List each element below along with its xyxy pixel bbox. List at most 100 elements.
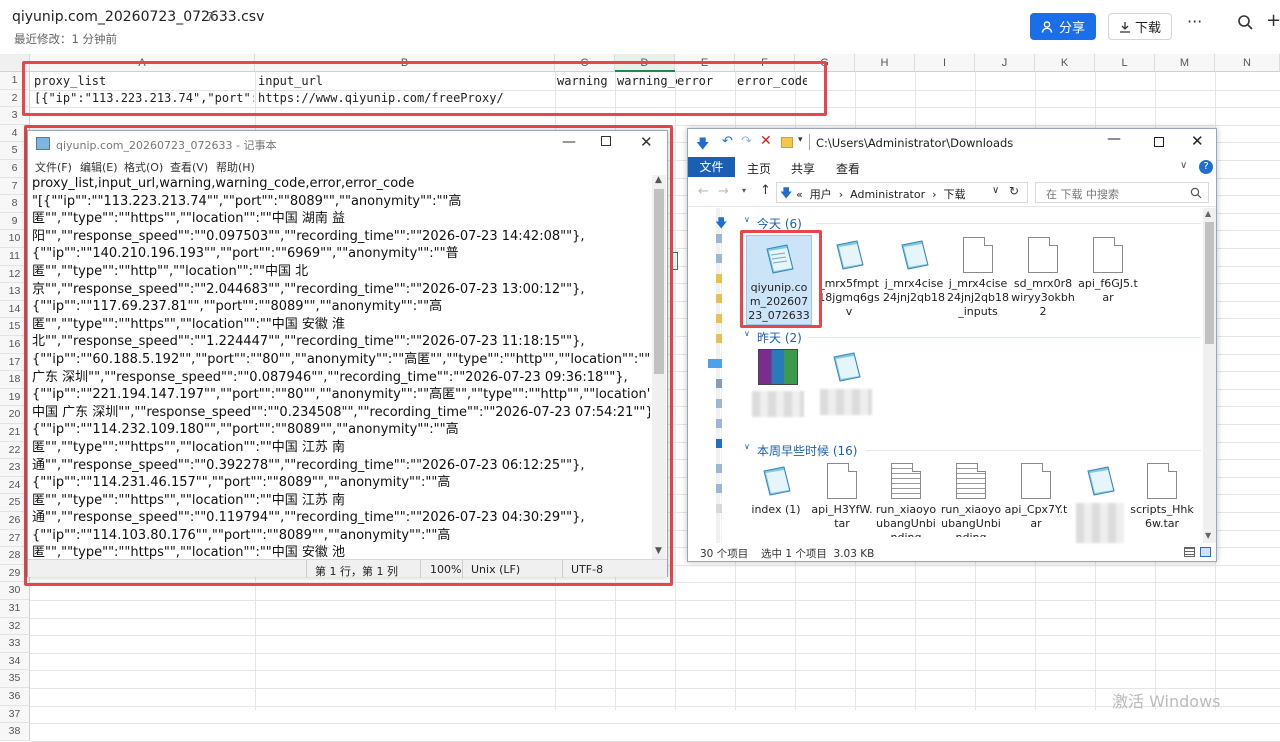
navigation-pane[interactable]: 🡇 (688, 208, 727, 543)
explorer-maximize-button[interactable] (1154, 137, 1164, 147)
search-box[interactable]: 在 下载 中搜索 (1035, 182, 1209, 203)
nav-item-icon[interactable] (716, 419, 722, 428)
details-view-icon[interactable] (1184, 547, 1195, 557)
pin-icon[interactable]: ⊼ (207, 10, 216, 24)
tab-share[interactable]: 共享 (791, 160, 815, 177)
file-tile[interactable]: run_xiaoyoubangUnbinding (939, 463, 1003, 537)
scroll-up-icon[interactable]: ▲ (655, 175, 662, 185)
nav-item-icon[interactable] (716, 464, 722, 473)
nav-folder-icon[interactable] (716, 334, 722, 343)
up-icon[interactable]: ↑ (760, 183, 771, 198)
row-header[interactable]: 31 (0, 600, 30, 618)
close-button[interactable]: ✕ (640, 133, 653, 151)
row-header[interactable]: 34 (0, 652, 30, 671)
tab-view[interactable]: 查看 (836, 160, 860, 177)
group-earlier-label[interactable]: 本周早些时候 (16) (757, 442, 857, 459)
breadcrumb-administrator[interactable]: Administrator (850, 188, 925, 201)
nav-folder-icon[interactable] (716, 314, 722, 323)
share-button[interactable]: 分享 (1030, 13, 1096, 40)
scroll-down-icon[interactable]: ▼ (655, 546, 662, 556)
undo-icon[interactable]: ↶ (722, 134, 733, 149)
nav-folder-icon[interactable] (716, 294, 722, 303)
quick-access-down-icon[interactable]: 🡇 (696, 135, 709, 157)
collapse-group-icon[interactable]: ∨ (744, 329, 750, 338)
explorer-titlebar[interactable]: 🡇 ↶ ↷ ✕ ▾ C:\Users\Administrator\Downloa… (688, 129, 1216, 157)
file-tile[interactable]: scripts_Hhk6w.tar (1130, 463, 1194, 531)
row-header[interactable]: 38 (0, 723, 30, 741)
file-tile[interactable] (1068, 463, 1132, 543)
refresh-icon[interactable]: ↻ (1009, 184, 1019, 198)
breadcrumb-users[interactable]: 用户 (810, 188, 832, 201)
file-tile[interactable] (814, 349, 878, 415)
add-icon[interactable]: + (1266, 10, 1280, 31)
download-button[interactable]: 下载 (1108, 13, 1172, 40)
column-header-n[interactable]: N (1215, 54, 1280, 72)
column-header-l[interactable]: L (1095, 54, 1155, 72)
explorer-minimize-button[interactable]: — (1107, 131, 1121, 147)
nav-item-icon[interactable] (716, 504, 722, 513)
breadcrumb-downloads[interactable]: 下载 (944, 188, 966, 201)
nav-item-icon[interactable] (716, 484, 722, 493)
file-tile[interactable]: api_Cpx7Y.tar (1004, 463, 1068, 531)
menu-format[interactable]: 格式(O) (124, 159, 163, 175)
nav-this-pc-icon[interactable] (708, 359, 722, 368)
row-header[interactable]: 32 (0, 617, 30, 636)
column-header-h[interactable]: H (855, 54, 915, 72)
menu-view[interactable]: 查看(V) (170, 159, 208, 175)
file-explorer-window[interactable]: 🡇 ↶ ↷ ✕ ▾ C:\Users\Administrator\Downloa… (687, 128, 1217, 562)
file-tile[interactable]: api_H3YfW.tar (810, 463, 874, 531)
file-tile[interactable]: run_xiaoyoubangUnbinding (874, 463, 938, 537)
tab-home[interactable]: 主页 (747, 160, 771, 177)
nav-item-icon[interactable] (716, 399, 722, 408)
ribbon-expand-icon[interactable]: ∨ (1180, 160, 1187, 171)
scroll-down-icon[interactable]: ▼ (1205, 531, 1211, 540)
group-yesterday-label[interactable]: 昨天 (2) (757, 329, 802, 346)
help-icon[interactable]: ? (1199, 160, 1213, 174)
breadcrumb-overflow[interactable]: « (796, 188, 803, 201)
scroll-thumb[interactable] (1205, 222, 1214, 344)
maximize-button[interactable] (601, 136, 611, 146)
address-bar[interactable]: 🡇 « 用户 › Administrator › 下载 ∨ ↻ (776, 182, 1028, 203)
scroll-up-icon[interactable]: ▲ (1205, 209, 1211, 218)
file-tile[interactable]: j_mrx4cise24jnj2qb18 (882, 237, 946, 305)
file-tile[interactable]: _mrx5fmpt18jgmq6gsv (817, 237, 881, 319)
minimize-button[interactable]: — (562, 134, 576, 150)
nav-item-icon[interactable] (716, 379, 722, 388)
column-header-k[interactable]: K (1035, 54, 1095, 72)
column-header-m[interactable]: M (1155, 54, 1215, 72)
recent-locations-icon[interactable]: ▾ (742, 186, 746, 195)
notepad-titlebar[interactable]: qiyunip.com_20260723_072633 - 记事本 — ✕ (28, 131, 667, 156)
quick-access-menu-icon[interactable]: ▾ (798, 135, 803, 145)
back-icon[interactable]: ← (698, 184, 709, 199)
tab-file[interactable]: 文件 (688, 157, 735, 177)
collapse-group-icon[interactable]: ∨ (744, 215, 750, 224)
nav-folder-icon[interactable] (716, 274, 722, 283)
column-header-j[interactable]: J (975, 54, 1035, 72)
notepad-window[interactable]: qiyunip.com_20260723_072633 - 记事本 — ✕ 文件… (27, 130, 668, 578)
menu-file[interactable]: 文件(F) (35, 159, 72, 175)
row-header[interactable]: 35 (0, 670, 30, 688)
row-header[interactable]: 33 (0, 635, 30, 653)
notepad-vertical-scrollbar[interactable]: ▲ ▼ (652, 175, 666, 559)
search-icon[interactable] (1237, 14, 1253, 33)
scroll-thumb[interactable] (654, 189, 664, 374)
nav-downloads-icon[interactable] (716, 439, 722, 448)
more-menu-button[interactable]: ··· (1187, 12, 1202, 31)
file-tile[interactable]: sd_mrx0r8wiryy3okbh2 (1011, 237, 1075, 319)
delete-icon[interactable]: ✕ (760, 133, 772, 149)
nav-documents-icon[interactable] (716, 234, 722, 243)
address-dropdown-icon[interactable]: ∨ (992, 185, 999, 196)
file-tile[interactable] (746, 349, 810, 417)
row-header[interactable]: 36 (0, 688, 30, 706)
file-tile[interactable]: index (1) (744, 463, 808, 517)
column-header-i[interactable]: I (915, 54, 975, 72)
row-header[interactable]: 37 (0, 705, 30, 724)
large-icons-view-icon[interactable] (1200, 547, 1211, 557)
redo-icon[interactable]: ↷ (741, 134, 752, 149)
menu-edit[interactable]: 编辑(E) (80, 159, 118, 175)
menu-help[interactable]: 帮助(H) (216, 159, 255, 175)
notepad-text-area[interactable]: proxy_list,input_url,warning,warning_cod… (32, 175, 650, 560)
explorer-close-button[interactable]: ✕ (1191, 132, 1204, 150)
file-tile[interactable]: api_f6GJ5.tar (1076, 237, 1140, 305)
nav-pictures-icon[interactable] (716, 254, 722, 263)
